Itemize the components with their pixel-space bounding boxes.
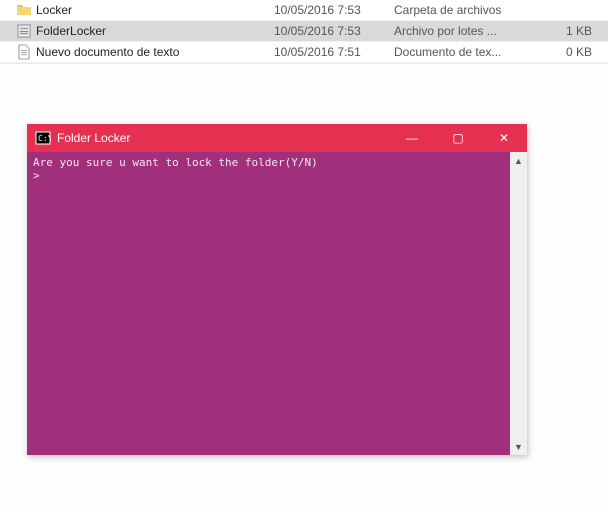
file-name: Locker	[36, 3, 72, 17]
console-output[interactable]: Are you sure u want to lock the folder(Y…	[27, 152, 510, 455]
console-window: C:\ Folder Locker — ▢ ✕ Are you sure u w…	[27, 124, 527, 455]
file-list: Locker 10/05/2016 7:53 Carpeta de archiv…	[0, 0, 608, 64]
file-size: 1 KB	[544, 24, 604, 38]
maximize-button[interactable]: ▢	[435, 124, 481, 152]
file-type: Carpeta de archivos	[394, 3, 544, 17]
minimize-icon: —	[406, 131, 418, 145]
table-row[interactable]: Locker 10/05/2016 7:53 Carpeta de archiv…	[0, 0, 608, 21]
text-file-icon	[16, 44, 32, 60]
svg-text:C:\: C:\	[38, 134, 51, 143]
scroll-up-icon[interactable]: ▲	[512, 154, 525, 167]
table-row[interactable]: FolderLocker 10/05/2016 7:53 Archivo por…	[0, 21, 608, 42]
folder-icon	[16, 2, 32, 18]
console-body: Are you sure u want to lock the folder(Y…	[27, 152, 527, 455]
window-title: Folder Locker	[57, 131, 389, 145]
table-row[interactable]: Nuevo documento de texto 10/05/2016 7:51…	[0, 42, 608, 63]
file-name: Nuevo documento de texto	[36, 45, 179, 59]
file-type: Documento de tex...	[394, 45, 544, 59]
file-date: 10/05/2016 7:51	[274, 45, 394, 59]
cmd-icon: C:\	[35, 130, 51, 146]
file-size: 0 KB	[544, 45, 604, 59]
file-name: FolderLocker	[36, 24, 106, 38]
scroll-down-icon[interactable]: ▼	[512, 440, 525, 453]
batch-file-icon	[16, 23, 32, 39]
maximize-icon: ▢	[452, 131, 463, 145]
scrollbar[interactable]: ▲ ▼	[510, 152, 527, 455]
close-icon: ✕	[499, 131, 509, 145]
window-controls: — ▢ ✕	[389, 124, 527, 152]
file-type: Archivo por lotes ...	[394, 24, 544, 38]
minimize-button[interactable]: —	[389, 124, 435, 152]
file-date: 10/05/2016 7:53	[274, 3, 394, 17]
close-button[interactable]: ✕	[481, 124, 527, 152]
titlebar[interactable]: C:\ Folder Locker — ▢ ✕	[27, 124, 527, 152]
file-date: 10/05/2016 7:53	[274, 24, 394, 38]
